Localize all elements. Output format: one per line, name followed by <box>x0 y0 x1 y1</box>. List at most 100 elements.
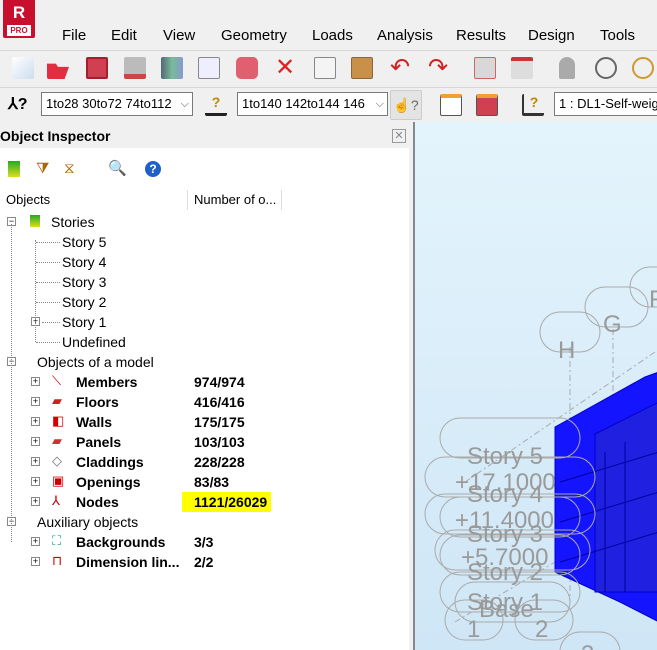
story-label-2: Story 2 <box>467 559 543 586</box>
node-selection-icon[interactable]: ? <box>205 94 227 116</box>
menu-loads[interactable]: Loads <box>312 27 353 44</box>
delete-icon[interactable]: ✕ <box>274 56 296 80</box>
print-icon[interactable] <box>124 57 146 79</box>
tree-item-nodes[interactable]: Nodes <box>76 492 119 512</box>
logo-sub: PRO <box>7 25 31 36</box>
stories-icon[interactable] <box>8 161 20 177</box>
nodes-selection-combo[interactable]: 1to140 142to144 146 ⌵ <box>237 92 388 116</box>
menu-view[interactable]: View <box>163 27 195 44</box>
load-case-combo[interactable]: 1 : DL1-Self-weight <box>554 92 657 116</box>
standard-toolbar: ✕ ↶ ↷ <box>0 50 657 85</box>
column-header-count[interactable]: Number of o... <box>194 190 276 210</box>
expand-toggle[interactable]: + <box>31 497 40 506</box>
menu-file[interactable]: File <box>62 27 86 44</box>
tree-item-stories[interactable]: Stories <box>51 212 95 232</box>
axis-label-3: 3 <box>581 641 594 650</box>
tree-item-story[interactable]: Story 5 <box>62 232 106 252</box>
logo-letter: R <box>12 3 26 22</box>
save-icon[interactable] <box>86 57 108 79</box>
close-icon[interactable]: ✕ <box>392 129 406 143</box>
tree-item-story[interactable]: Story 4 <box>62 252 106 272</box>
dimension-icon: ⊓ <box>52 553 63 568</box>
save-view-icon[interactable] <box>476 94 498 116</box>
bars-selection-combo[interactable]: 1to28 30to72 74to112 ⌵ <box>41 92 193 116</box>
count-value: 103/103 <box>194 434 245 450</box>
preview-zoom-icon[interactable] <box>198 57 220 79</box>
camera-icon[interactable] <box>236 57 258 79</box>
count-value: 175/175 <box>194 414 245 430</box>
help-icon[interactable]: ? <box>145 161 161 177</box>
story-label-5: Story 5 <box>467 443 543 470</box>
menu-tools[interactable]: Tools <box>600 27 635 44</box>
tree-item-story[interactable]: Undefined <box>62 332 126 352</box>
floors-icon: ▰ <box>52 393 62 408</box>
tree-item-aux[interactable]: Backgrounds <box>76 532 165 552</box>
tree-item-walls[interactable]: Walls <box>76 412 112 432</box>
tree-item-model-objects[interactable]: Objects of a model <box>37 352 154 372</box>
paste-icon[interactable] <box>351 57 373 79</box>
tree-item-claddings[interactable]: Claddings <box>76 452 144 472</box>
tables-icon[interactable] <box>511 57 533 79</box>
chevron-down-icon: ⌵ <box>177 93 189 115</box>
structure-view-icon[interactable] <box>440 94 462 116</box>
expand-toggle[interactable]: + <box>31 457 40 466</box>
zoom-icon[interactable] <box>595 57 617 79</box>
copy-icon[interactable] <box>314 57 336 79</box>
chevron-down-icon: ⌵ <box>372 93 384 115</box>
expand-toggle[interactable]: + <box>31 377 40 386</box>
count-value: 2/2 <box>194 554 214 570</box>
panel-title: Object Inspector <box>0 124 409 148</box>
tree-item-aux[interactable]: Dimension lin... <box>76 552 179 572</box>
menu-design[interactable]: Design <box>528 27 575 44</box>
tree-item-auxiliary[interactable]: Auxiliary objects <box>37 512 138 532</box>
tree-item-members[interactable]: Members <box>76 372 137 392</box>
tree-item-floors[interactable]: Floors <box>76 392 119 412</box>
openings-icon: ▣ <box>52 473 65 488</box>
nodes-icon: ⅄ <box>52 493 60 508</box>
members-icon: ⟍ <box>52 373 62 388</box>
calculator-icon[interactable] <box>474 57 496 79</box>
count-value: 228/228 <box>194 454 245 470</box>
claddings-icon: ◇ <box>52 453 62 468</box>
expand-toggle[interactable]: + <box>31 417 40 426</box>
search-icon[interactable]: 🔍 <box>108 159 127 177</box>
tree-item-story[interactable]: Story 1 <box>62 312 106 332</box>
open-icon[interactable] <box>47 63 69 79</box>
bar-selection-icon[interactable]: ⅄? <box>8 94 30 116</box>
menu-analysis[interactable]: Analysis <box>377 27 433 44</box>
tree-item-openings[interactable]: Openings <box>76 472 141 492</box>
axis-label-h: H <box>558 337 575 364</box>
tree-item-panels[interactable]: Panels <box>76 432 121 452</box>
robot-logo[interactable]: R PRO <box>3 0 35 38</box>
count-value: 1121/26029 <box>182 492 272 512</box>
axis-label-1: 1 <box>467 616 480 643</box>
print-preview-icon[interactable] <box>161 57 183 79</box>
object-inspector-panel: Object Inspector ✕ ⧩ ⧖ 🔍 ? Objects Numbe… <box>0 124 409 650</box>
hand-select-icon[interactable]: ☝? <box>390 90 422 120</box>
structure-view[interactable]: H G F Story 5 +17.1000 Story 4 +11.4000 … <box>415 122 657 650</box>
redo-icon[interactable]: ↷ <box>427 56 449 80</box>
lock-icon[interactable] <box>559 57 575 79</box>
count-value: 974/974 <box>194 374 245 390</box>
count-value: 83/83 <box>194 474 230 490</box>
new-icon[interactable] <box>12 57 34 79</box>
3d-viewport[interactable]: H G F Story 5 +17.1000 Story 4 +11.4000 … <box>413 122 657 650</box>
menu-results[interactable]: Results <box>456 27 506 44</box>
expand-toggle[interactable]: + <box>31 397 40 406</box>
menu-geometry[interactable]: Geometry <box>221 27 287 44</box>
pan-icon[interactable] <box>632 57 654 79</box>
load-case-icon[interactable]: ? <box>522 94 544 116</box>
expand-toggle[interactable]: + <box>31 557 40 566</box>
column-header-objects[interactable]: Objects <box>6 190 50 210</box>
clear-filter-icon[interactable]: ⧖ <box>64 160 75 177</box>
filter-icon[interactable]: ⧩ <box>36 160 49 177</box>
undo-icon[interactable]: ↶ <box>389 56 411 80</box>
bars-selection-value: 1to28 30to72 74to112 <box>46 96 172 111</box>
expand-toggle[interactable]: + <box>31 477 40 486</box>
count-value: 416/416 <box>194 394 245 410</box>
tree-item-story[interactable]: Story 3 <box>62 272 106 292</box>
expand-toggle[interactable]: + <box>31 437 40 446</box>
menu-edit[interactable]: Edit <box>111 27 137 44</box>
expand-toggle[interactable]: + <box>31 537 40 546</box>
tree-item-story[interactable]: Story 2 <box>62 292 106 312</box>
